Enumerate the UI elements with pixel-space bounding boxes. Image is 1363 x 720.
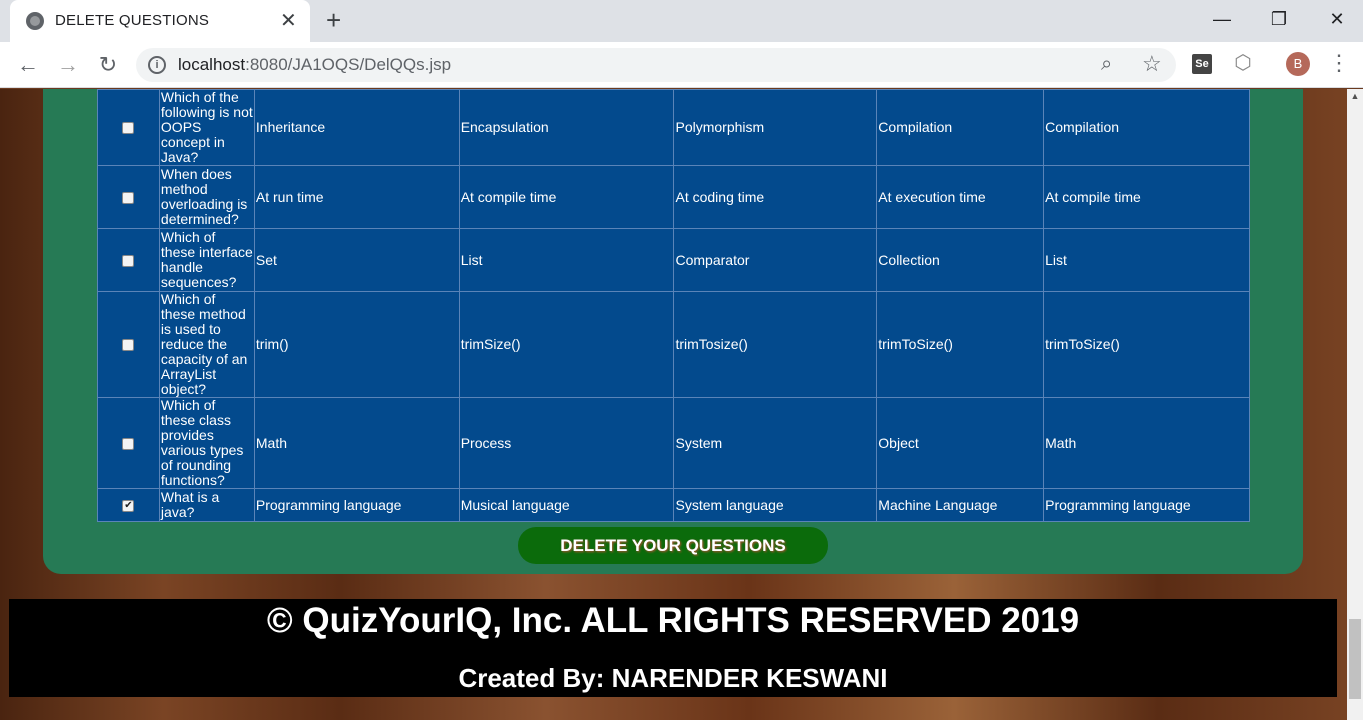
table-row: ✔ What is a java? Programming language M… xyxy=(97,488,1250,522)
minimize-button[interactable]: — xyxy=(1202,7,1242,31)
table-row: Which of these interface handle sequence… xyxy=(97,228,1250,292)
option-1-cell: Inheritance xyxy=(253,89,460,166)
row-checkbox[interactable] xyxy=(122,254,135,267)
option-4-cell: trimToSize() xyxy=(876,291,1045,398)
option-3-cell: System xyxy=(673,397,878,489)
answer-cell: trimToSize() xyxy=(1043,291,1250,398)
table-row: Which of these method is used to reduce … xyxy=(97,291,1250,398)
reload-icon[interactable]: ↻ xyxy=(94,51,122,79)
page-content: Which of the following is not OOPS conce… xyxy=(0,89,1363,720)
row-checkbox[interactable] xyxy=(122,437,135,450)
option-3-cell: System language xyxy=(673,488,878,522)
questions-table: Which of the following is not OOPS conce… xyxy=(97,89,1250,522)
question-cell: Which of these method is used to reduce … xyxy=(158,291,255,398)
answer-cell: Programming language xyxy=(1043,488,1250,522)
option-1-cell: Programming language xyxy=(253,488,460,522)
answer-cell: At compile time xyxy=(1043,165,1250,229)
question-cell: Which of these class provides various ty… xyxy=(158,397,255,489)
option-4-cell: Compilation xyxy=(876,89,1045,166)
select-cell[interactable]: ✔ xyxy=(97,488,160,522)
row-checkbox[interactable] xyxy=(122,122,135,135)
option-2-cell: Process xyxy=(458,397,675,489)
select-cell[interactable] xyxy=(97,165,160,229)
option-3-cell: trimTosize() xyxy=(673,291,878,398)
option-4-cell: At execution time xyxy=(876,165,1045,229)
option-2-cell: List xyxy=(458,228,675,292)
option-4-cell: Object xyxy=(876,397,1045,489)
table-row: Which of these class provides various ty… xyxy=(97,397,1250,489)
selenium-extension-icon[interactable]: Se xyxy=(1192,54,1212,74)
tab-title: DELETE QUESTIONS xyxy=(55,12,210,29)
row-checkbox[interactable]: ✔ xyxy=(122,499,135,512)
browser-tab-bar: DELETE QUESTIONS ✕ + — ❐ ✕ xyxy=(0,0,1363,42)
credits-text: Created By: NARENDER KESWANI xyxy=(458,663,888,693)
option-1-cell: Math xyxy=(253,397,460,489)
answer-cell: List xyxy=(1043,228,1250,292)
option-4-cell: Machine Language xyxy=(876,488,1045,522)
kebab-menu-icon[interactable]: ⋮ xyxy=(1328,51,1350,75)
vertical-scrollbar[interactable]: ▲ xyxy=(1347,89,1363,720)
option-2-cell: At compile time xyxy=(458,165,675,229)
option-1-cell: Set xyxy=(253,228,460,292)
globe-icon xyxy=(26,12,44,30)
url-text[interactable]: localhost:8080/JA1OQS/DelQQs.jsp xyxy=(178,55,451,75)
url-host: localhost xyxy=(178,55,246,74)
restore-button[interactable]: ❐ xyxy=(1259,7,1299,31)
new-tab-button[interactable]: + xyxy=(326,6,341,34)
question-cell: What is a java? xyxy=(158,488,255,522)
scroll-up-arrow-icon[interactable]: ▲ xyxy=(1347,91,1363,101)
row-checkbox[interactable] xyxy=(122,339,135,352)
browser-tab[interactable]: DELETE QUESTIONS ✕ xyxy=(10,0,310,42)
option-3-cell: Polymorphism xyxy=(673,89,878,166)
answer-cell: Compilation xyxy=(1043,89,1250,166)
option-3-cell: Comparator xyxy=(673,228,878,292)
info-icon[interactable]: i xyxy=(148,56,166,74)
table-row: Which of the following is not OOPS conce… xyxy=(97,89,1250,166)
row-checkbox[interactable] xyxy=(122,191,135,204)
avatar[interactable]: B xyxy=(1286,52,1310,76)
option-1-cell: trim() xyxy=(253,291,460,398)
forward-arrow-icon[interactable]: → xyxy=(54,51,82,79)
question-cell: Which of the following is not OOPS conce… xyxy=(158,89,255,166)
question-cell: When does method overloading is determin… xyxy=(158,165,255,229)
option-2-cell: trimSize() xyxy=(458,291,675,398)
answer-cell: Math xyxy=(1043,397,1250,489)
option-3-cell: At coding time xyxy=(673,165,878,229)
browser-toolbar: ← → ↻ i localhost:8080/JA1OQS/DelQQs.jsp… xyxy=(0,42,1363,88)
select-cell[interactable] xyxy=(97,291,160,398)
select-cell[interactable] xyxy=(97,89,160,166)
cube-extension-icon[interactable]: ⬡ xyxy=(1232,52,1254,74)
back-arrow-icon[interactable]: ← xyxy=(14,51,42,79)
table-row: When does method overloading is determin… xyxy=(97,165,1250,229)
window-close-button[interactable]: ✕ xyxy=(1317,7,1357,31)
address-bar[interactable]: i localhost:8080/JA1OQS/DelQQs.jsp ⌕ ☆ xyxy=(136,48,1176,82)
scroll-thumb[interactable] xyxy=(1349,619,1361,699)
option-2-cell: Musical language xyxy=(458,488,675,522)
delete-questions-button[interactable]: DELETE YOUR QUESTIONS xyxy=(518,527,828,564)
option-1-cell: At run time xyxy=(253,165,460,229)
question-cell: Which of these interface handle sequence… xyxy=(158,228,255,292)
option-2-cell: Encapsulation xyxy=(458,89,675,166)
select-cell[interactable] xyxy=(97,397,160,489)
select-cell[interactable] xyxy=(97,228,160,292)
url-path: :8080/JA1OQS/DelQQs.jsp xyxy=(245,55,452,74)
zoom-icon[interactable]: ⌕ xyxy=(1101,53,1112,76)
option-4-cell: Collection xyxy=(876,228,1045,292)
tab-close-icon[interactable]: ✕ xyxy=(280,9,297,33)
bookmark-star-icon[interactable]: ☆ xyxy=(1142,51,1162,77)
copyright-text: © QuizYourIQ, Inc. ALL RIGHTS RESERVED 2… xyxy=(266,601,1080,640)
footer: © QuizYourIQ, Inc. ALL RIGHTS RESERVED 2… xyxy=(9,599,1337,697)
